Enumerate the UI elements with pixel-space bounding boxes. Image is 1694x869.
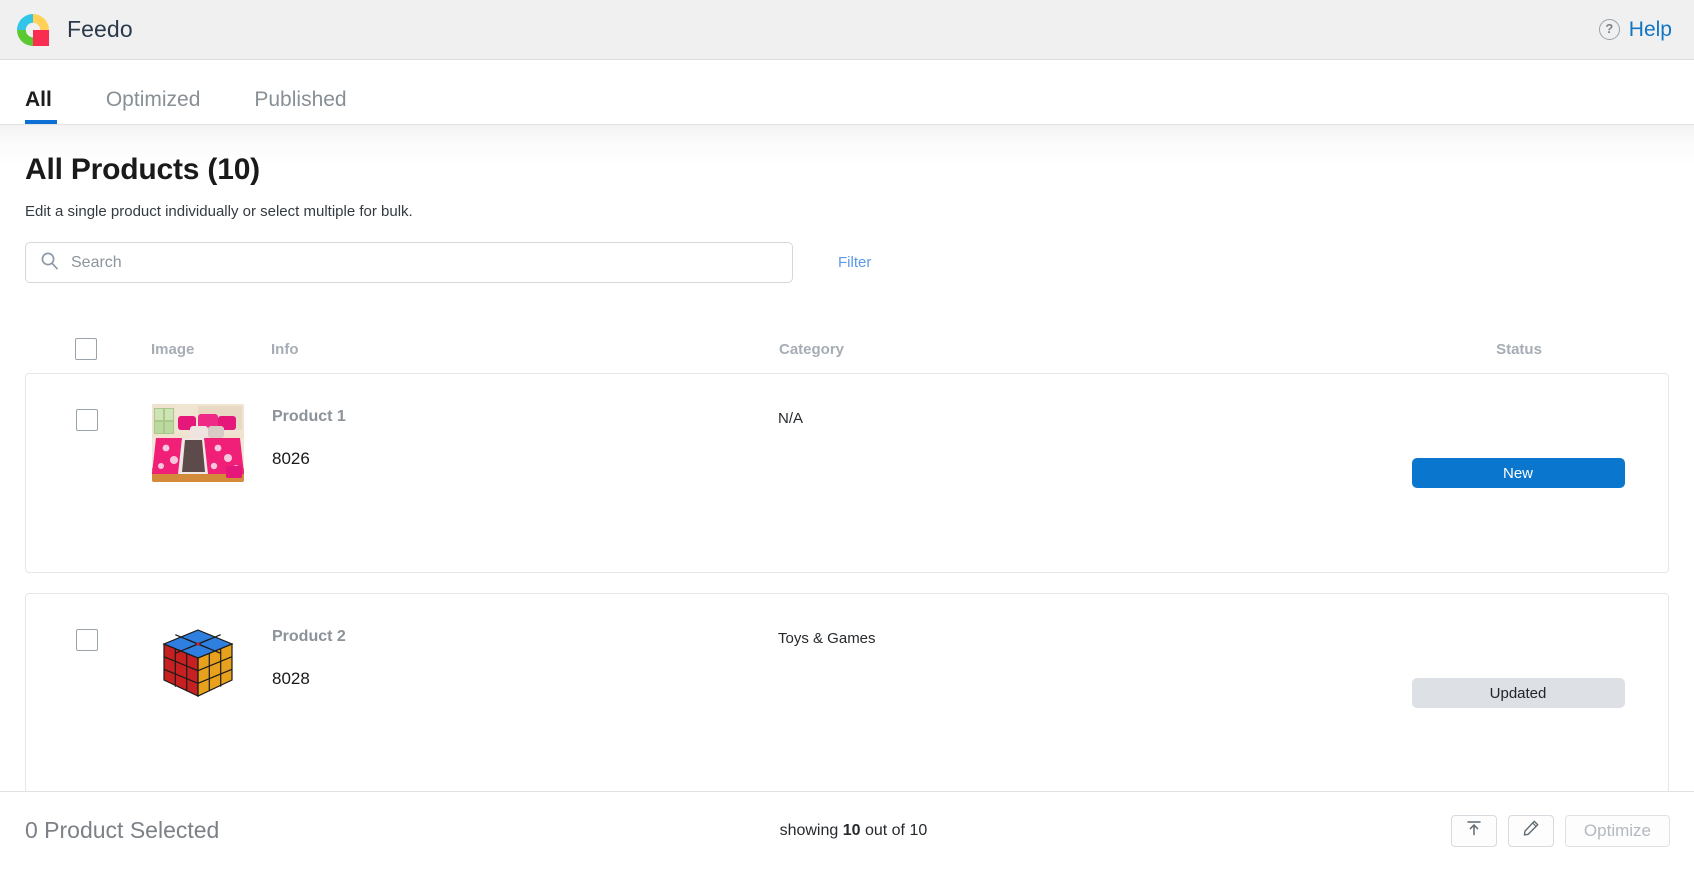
brand[interactable]: Feedo xyxy=(15,12,133,48)
row-image-cell xyxy=(152,404,272,482)
column-header-category: Category xyxy=(779,340,845,358)
app-root: Feedo ? Help All Optimized Published All… xyxy=(0,0,1694,869)
row-status-cell: New xyxy=(1388,404,1648,542)
showing-count-text: showing 10 out of 10 xyxy=(780,822,928,840)
help-link[interactable]: ? Help xyxy=(1598,17,1672,42)
question-circle-icon: ? xyxy=(1598,19,1620,40)
tab-published[interactable]: Published xyxy=(254,88,376,124)
table-row[interactable]: Product 1 8026 N/A New xyxy=(25,373,1669,573)
product-id: 8026 xyxy=(272,449,310,468)
filter-link[interactable]: Filter xyxy=(838,254,871,271)
row-select-cell xyxy=(76,624,152,651)
row-category-cell: N/A xyxy=(778,404,1388,427)
tab-optimized[interactable]: Optimized xyxy=(106,88,231,124)
row-checkbox[interactable] xyxy=(76,409,98,431)
column-header-status: Status xyxy=(1496,340,1542,358)
product-id: 8028 xyxy=(272,669,310,688)
tab-all-label: All xyxy=(25,88,52,111)
edit-button[interactable] xyxy=(1507,814,1554,847)
showing-suffix: out of 10 xyxy=(860,821,928,839)
row-category-cell: Toys & Games xyxy=(778,624,1388,647)
showing-prefix: showing xyxy=(779,821,843,839)
bottom-bar-inner: 0 Product Selected showing 10 out of 10 xyxy=(25,814,1670,847)
page-content: All Products (10) Edit a single product … xyxy=(0,125,1694,791)
product-thumbnail[interactable] xyxy=(152,624,244,702)
status-badge-new[interactable]: New xyxy=(1411,458,1625,488)
row-checkbox[interactable] xyxy=(76,629,98,651)
product-category: Toys & Games xyxy=(778,630,876,647)
search-icon xyxy=(40,251,59,275)
top-bar: Feedo ? Help xyxy=(0,0,1694,60)
showing-count: 10 xyxy=(842,821,861,839)
page-subtitle: Edit a single product individually or se… xyxy=(25,203,413,220)
page-title: All Products (10) xyxy=(25,153,260,186)
search-input[interactable] xyxy=(71,253,778,272)
row-info-cell: Product 2 8028 xyxy=(272,624,778,689)
selection-summary: 0 Product Selected xyxy=(25,817,1451,844)
bottom-bar-actions: Optimize xyxy=(1450,814,1670,847)
product-thumbnail[interactable] xyxy=(152,404,244,482)
product-name: Product 1 xyxy=(272,408,346,425)
selected-count-label: 0 Product Selected xyxy=(25,817,220,843)
select-all-checkbox[interactable] xyxy=(75,338,97,360)
product-category: N/A xyxy=(778,410,804,427)
row-image-cell xyxy=(152,624,272,702)
select-all-cell xyxy=(75,338,151,360)
pencil-icon xyxy=(1522,819,1540,842)
brand-name: Feedo xyxy=(67,16,133,42)
column-header-info: Info xyxy=(271,340,299,358)
feedo-logo-icon xyxy=(15,12,51,48)
search-row: Filter xyxy=(25,242,1669,283)
row-info-cell: Product 1 8026 xyxy=(272,404,778,469)
tab-optimized-label: Optimized xyxy=(105,88,201,111)
product-name: Product 2 xyxy=(272,628,346,645)
table-row[interactable]: Product 2 8028 Toys & Games Updated xyxy=(25,593,1669,791)
column-header-image: Image xyxy=(151,340,195,358)
row-status-cell: Updated xyxy=(1388,624,1648,762)
bottom-action-bar: 0 Product Selected showing 10 out of 10 xyxy=(0,791,1694,869)
export-to-top-icon xyxy=(1465,819,1483,842)
optimize-button[interactable]: Optimize xyxy=(1564,814,1670,847)
table-header-row: Image Info Category Status xyxy=(25,331,1669,367)
row-select-cell xyxy=(76,404,152,431)
search-box[interactable] xyxy=(25,242,793,283)
status-badge-updated[interactable]: Updated xyxy=(1411,678,1625,708)
help-label: Help xyxy=(1628,17,1672,41)
product-list: Product 1 8026 N/A New Product 2 8028 To… xyxy=(25,373,1669,791)
tab-all[interactable]: All xyxy=(25,88,82,124)
tab-bar: All Optimized Published xyxy=(0,60,1694,125)
tab-published-label: Published xyxy=(254,88,347,111)
export-button[interactable] xyxy=(1450,814,1497,847)
